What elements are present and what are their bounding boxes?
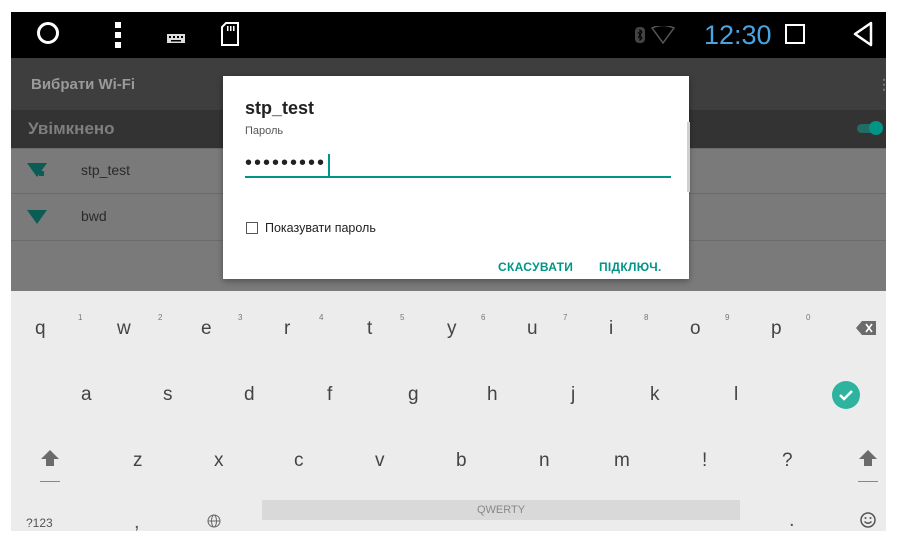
cancel-button[interactable]: СКАСУВАТИ xyxy=(498,260,573,274)
password-field[interactable]: ••••••••• xyxy=(245,152,671,178)
key-t[interactable]: t xyxy=(367,318,372,340)
key-a[interactable]: a xyxy=(81,384,92,406)
key-hint: 8 xyxy=(644,313,649,322)
circle-home-icon[interactable] xyxy=(37,22,59,44)
symbols-key[interactable]: ?123 xyxy=(26,516,53,530)
back-triangle-icon[interactable] xyxy=(853,21,873,52)
show-password-checkbox[interactable] xyxy=(246,222,258,234)
sd-card-icon xyxy=(221,22,239,51)
key-hint: 2 xyxy=(158,313,163,322)
wifi-toggle-switch[interactable] xyxy=(857,121,883,135)
key-hint: 4 xyxy=(319,313,324,322)
wifi-signal-icon xyxy=(27,208,47,227)
key-m[interactable]: m xyxy=(614,450,630,472)
key-q[interactable]: q xyxy=(35,318,46,340)
shift-icon[interactable] xyxy=(856,448,880,489)
key-y[interactable]: y xyxy=(447,318,457,340)
soft-keyboard: q w e r t y u i o p 1 2 3 4 5 6 7 8 9 0 … xyxy=(11,291,886,533)
key-hint: 5 xyxy=(400,313,405,322)
globe-icon[interactable] xyxy=(207,514,221,533)
bluetooth-icon xyxy=(635,27,645,48)
dialog-scrollbar[interactable] xyxy=(687,122,690,192)
dialog-title: stp_test xyxy=(245,98,315,118)
keyboard-icon xyxy=(167,30,185,48)
toggle-knob xyxy=(869,121,883,135)
key-d[interactable]: d xyxy=(244,384,255,406)
key-hint: 6 xyxy=(481,313,486,322)
key-z[interactable]: z xyxy=(133,450,143,472)
key-c[interactable]: c xyxy=(294,450,304,472)
key-hint: 0 xyxy=(806,313,811,322)
enter-check-icon[interactable] xyxy=(832,381,860,409)
key-s[interactable]: s xyxy=(163,384,173,406)
key-w[interactable]: w xyxy=(117,318,131,340)
key-hint: 7 xyxy=(563,313,568,322)
more-vert-icon[interactable] xyxy=(115,22,121,53)
key-hint: 1 xyxy=(78,313,83,322)
period-key[interactable]: . xyxy=(789,509,795,532)
key-j[interactable]: j xyxy=(571,384,575,406)
backspace-icon[interactable] xyxy=(856,321,876,340)
network-name: stp_test xyxy=(81,162,131,178)
show-password-label[interactable]: Показувати пароль xyxy=(265,221,376,235)
connect-button[interactable]: ПІДКЛЮЧ. xyxy=(599,260,662,274)
key-i[interactable]: i xyxy=(609,318,613,340)
key-k[interactable]: k xyxy=(650,384,660,406)
key-h[interactable]: h xyxy=(487,384,498,406)
wifi-status-icon xyxy=(650,24,676,49)
key-question[interactable]: ? xyxy=(782,450,793,472)
text-caret xyxy=(328,154,331,176)
key-u[interactable]: u xyxy=(527,318,538,340)
key-o[interactable]: o xyxy=(690,318,701,340)
key-exclamation[interactable]: ! xyxy=(702,450,707,472)
wifi-status-label: Увімкнено xyxy=(28,119,115,138)
wifi-signal-icon xyxy=(27,161,47,180)
password-value: ••••••••• xyxy=(245,152,327,175)
key-l[interactable]: l xyxy=(734,384,738,406)
status-bar: 12:30 xyxy=(11,12,886,58)
key-g[interactable]: g xyxy=(408,384,419,406)
key-x[interactable]: x xyxy=(214,450,224,472)
shift-icon[interactable] xyxy=(38,448,62,489)
emoji-icon[interactable] xyxy=(860,512,876,533)
key-e[interactable]: e xyxy=(201,318,212,340)
android-screen: 12:30 Вибрати Wi-Fi ⋮ Увімкнено stp_test… xyxy=(11,12,891,533)
wifi-title: Вибрати Wi-Fi xyxy=(31,76,136,93)
password-label: Пароль xyxy=(245,125,284,137)
key-p[interactable]: p xyxy=(771,318,782,340)
key-hint: 3 xyxy=(238,313,243,322)
space-bar[interactable]: QWERTY xyxy=(262,500,740,520)
clock: 12:30 xyxy=(704,20,772,50)
wifi-password-dialog: stp_test Пароль ••••••••• Показувати пар… xyxy=(223,76,689,279)
key-n[interactable]: n xyxy=(539,450,550,472)
overflow-menu-icon[interactable]: ⋮ xyxy=(877,76,891,93)
key-b[interactable]: b xyxy=(456,450,467,472)
key-v[interactable]: v xyxy=(375,450,385,472)
network-name: bwd xyxy=(81,208,107,224)
key-f[interactable]: f xyxy=(327,384,332,406)
key-r[interactable]: r xyxy=(284,318,290,340)
square-recent-icon[interactable] xyxy=(785,24,805,44)
key-hint: 9 xyxy=(725,313,730,322)
